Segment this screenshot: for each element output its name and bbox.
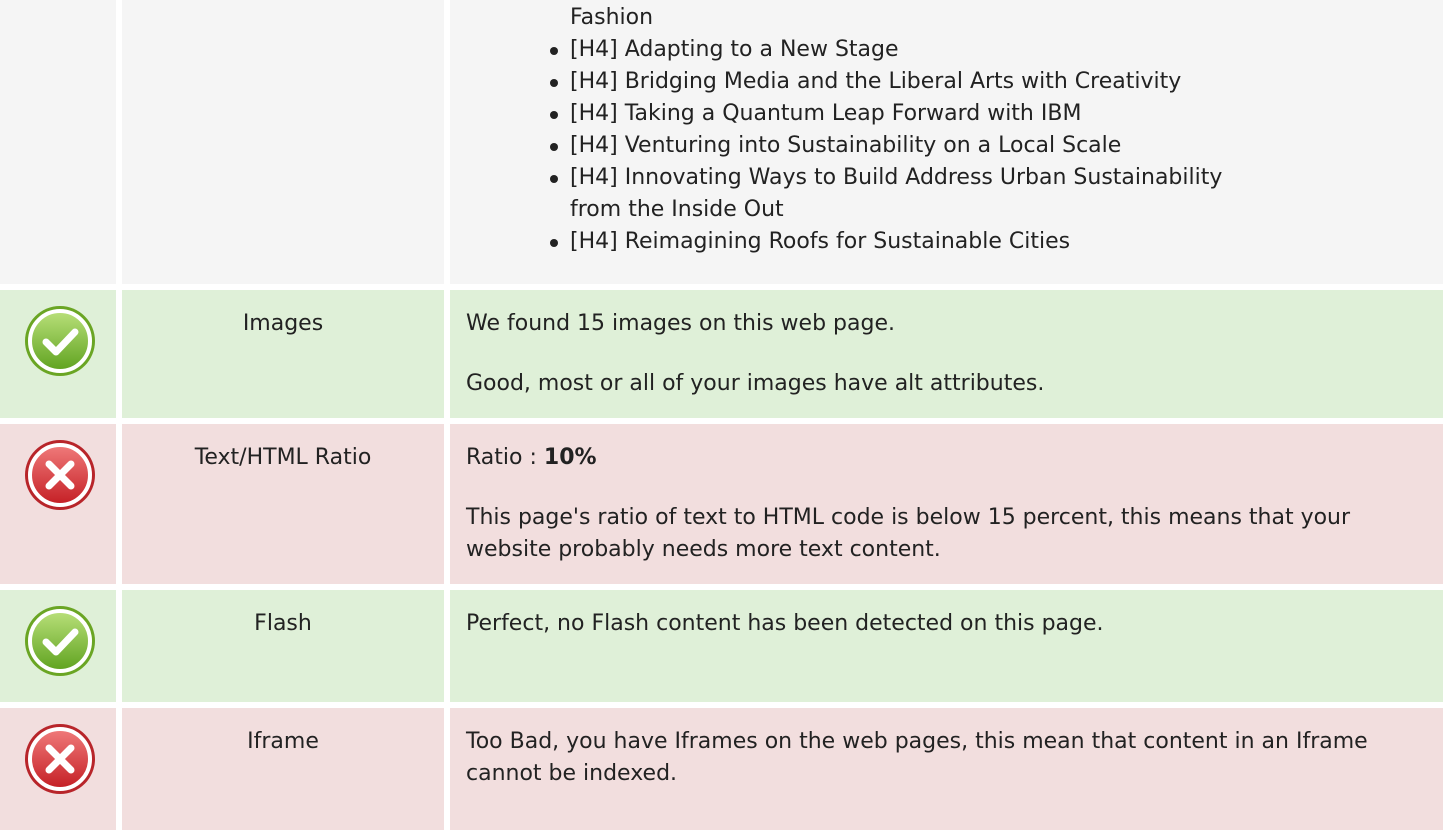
iframe-text: Too Bad, you have Iframes on the web pag… <box>466 729 1368 786</box>
flash-text: Perfect, no Flash content has been detec… <box>466 611 1104 636</box>
ratio-icon-cell <box>0 424 116 584</box>
flash-row: Flash Perfect, no Flash content has been… <box>0 590 1443 702</box>
heading-list-item: from the Inside Out <box>570 197 784 222</box>
ratio-value-line: Ratio : 10% <box>466 424 1425 474</box>
heading-list-item: [H4] Reimagining Roofs for Sustainable C… <box>548 226 1425 258</box>
images-content: We found 15 images on this web page. Goo… <box>450 290 1443 418</box>
headings-content: Fashion [H4] Adapting to a New Stage [H4] … <box>450 0 1443 284</box>
headings-icon-cell <box>0 0 116 284</box>
check-icon <box>25 606 95 676</box>
heading-list-item: [H4] Innovating Ways to Build Address Ur… <box>548 162 1425 194</box>
images-label-cell: Images <box>122 290 444 418</box>
flash-label: Flash <box>254 611 312 636</box>
flash-icon-cell <box>0 590 116 702</box>
headings-label-cell <box>122 0 444 284</box>
images-icon-cell <box>0 290 116 418</box>
ratio-content: Ratio : 10% This page's ratio of text to… <box>450 424 1443 584</box>
images-count-text: We found 15 images on this web page. <box>466 311 895 336</box>
iframe-row: Iframe Too Bad, you have Iframes on the … <box>0 708 1443 830</box>
ratio-prefix: Ratio : <box>466 445 544 470</box>
headings-row: Fashion [H4] Adapting to a New Stage [H4] … <box>0 0 1443 284</box>
heading-list-item: [H4] Bridging Media and the Liberal Arts… <box>548 66 1425 98</box>
heading-list-item: [H4] Venturing into Sustainability on a … <box>548 130 1425 162</box>
iframe-icon-cell <box>0 708 116 830</box>
flash-content: Perfect, no Flash content has been detec… <box>450 590 1443 702</box>
heading-list-item: Fashion <box>570 5 654 30</box>
flash-label-cell: Flash <box>122 590 444 702</box>
images-row: Images We found 15 images on this web pa… <box>0 290 1443 418</box>
heading-list-item: [H4] Adapting to a New Stage <box>548 34 1425 66</box>
error-icon <box>25 440 95 510</box>
images-label: Images <box>242 311 324 336</box>
ratio-value: 10% <box>543 445 597 470</box>
ratio-label-cell: Text/HTML Ratio <box>122 424 444 584</box>
ratio-row: Text/HTML Ratio Ratio : 10% This page's … <box>0 424 1443 584</box>
iframe-label: Iframe <box>247 729 319 754</box>
iframe-label-cell: Iframe <box>122 708 444 830</box>
check-icon <box>25 306 95 376</box>
images-alt-text: Good, most or all of your images have al… <box>466 371 1045 396</box>
ratio-description: This page's ratio of text to HTML code i… <box>466 505 1351 562</box>
heading-list-item: [H4] Taking a Quantum Leap Forward with … <box>548 98 1425 130</box>
error-icon <box>25 724 95 794</box>
seo-report: Fashion [H4] Adapting to a New Stage [H4] … <box>0 0 1443 830</box>
headings-list: Fashion [H4] Adapting to a New Stage [H4] … <box>548 2 1425 258</box>
ratio-label: Text/HTML Ratio <box>194 445 372 470</box>
iframe-content: Too Bad, you have Iframes on the web pag… <box>450 708 1443 830</box>
